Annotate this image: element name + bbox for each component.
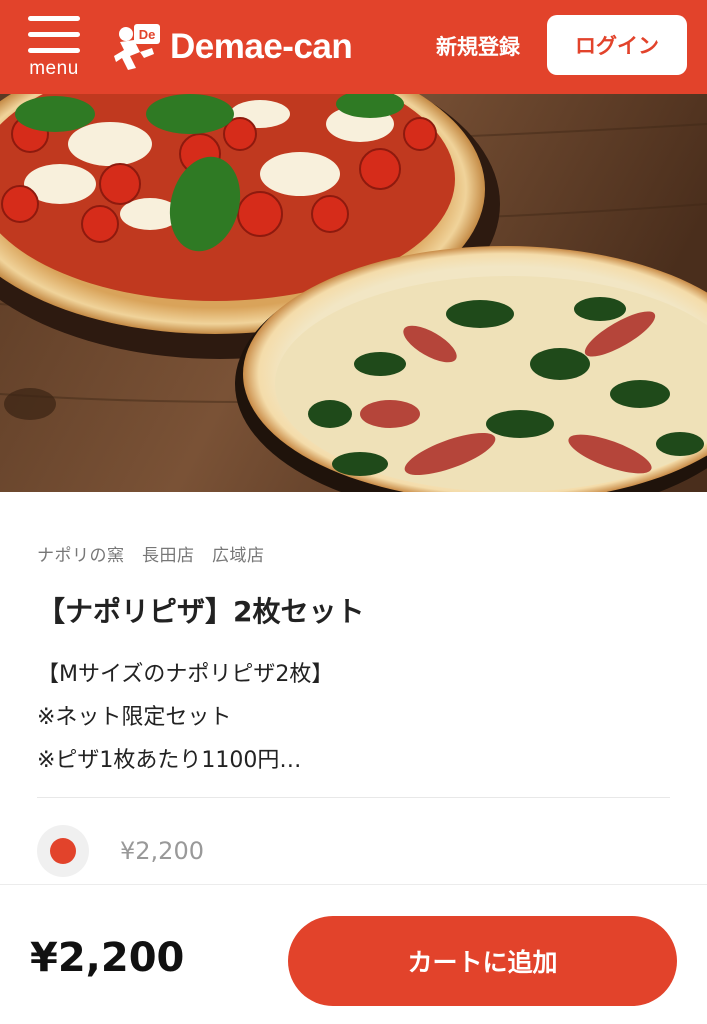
item-title: 【ナポリピザ】2枚セット [37, 595, 365, 628]
signup-link[interactable]: 新規登録 [436, 31, 520, 61]
demae-can-logo[interactable]: De Demae-can [112, 20, 353, 74]
shop-name: ナポリの窯 長田店 広域店 [37, 546, 265, 566]
svg-text:De: De [139, 27, 156, 42]
menu-label: menu [29, 58, 79, 79]
total-price: ¥2,200 [30, 935, 185, 981]
item-hero-image [0, 94, 707, 492]
menu-button[interactable]: menu [22, 14, 86, 82]
logo-text: Demae-can [170, 27, 353, 66]
app-header: menu De Demae-can 新規登録 ログイン [0, 0, 707, 94]
item-description: 【Mサイズのナポリピザ2枚】 ※ネット限定セット ※ピザ1枚あたり1100円… [37, 653, 677, 782]
price-option-label: ¥2,200 [120, 837, 204, 865]
price-option[interactable]: ¥2,200 [37, 825, 204, 877]
price-option-radio[interactable] [37, 825, 89, 877]
add-to-cart-button[interactable]: カートに追加 [288, 916, 677, 1006]
logo-mark-icon: De [114, 24, 160, 70]
description-line: 【Mサイズのナポリピザ2枚】 [37, 662, 334, 687]
description-line: ※ネット限定セット [37, 705, 232, 730]
login-button[interactable]: ログイン [547, 15, 687, 75]
hamburger-icon [28, 16, 80, 21]
description-line: ※ピザ1枚あたり1100円… [37, 748, 302, 773]
pizza-photo [0, 94, 707, 492]
cart-footer: ¥2,200 カートに追加 [0, 884, 707, 1024]
divider [37, 797, 670, 798]
